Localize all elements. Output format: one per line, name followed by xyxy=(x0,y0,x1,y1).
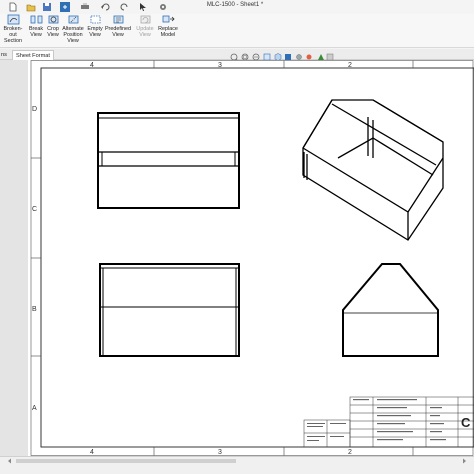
broken-out-section-icon xyxy=(7,14,19,25)
crop-view-icon xyxy=(48,15,58,24)
drawing-sheet[interactable]: 4 3 2 4 3 2 D C B A C xyxy=(28,60,474,456)
window-title: MLC-1500 - Sheet1 * xyxy=(206,2,264,8)
replace-model-label-2: Model xyxy=(160,32,176,38)
zone-column-bottom-2: 2 xyxy=(348,449,352,456)
hide-show-items-icon[interactable] xyxy=(296,54,302,60)
alternate-position-view-button[interactable]: Alternate Position View xyxy=(61,14,85,44)
solidworks-drawing-window: MLC-1500 - Sheet1 * Broken-out Section B… xyxy=(0,0,474,474)
replace-model-button[interactable]: Replace Model xyxy=(157,14,179,38)
undo-icon[interactable] xyxy=(100,2,110,12)
zone-column-top-2: 2 xyxy=(348,62,352,69)
empty-view-button[interactable]: Empty View xyxy=(87,14,103,38)
empty-view-label-2: View xyxy=(89,32,101,38)
edit-appearance-icon[interactable] xyxy=(306,54,312,60)
zone-row-c: C xyxy=(32,206,37,213)
zone-column-bottom-4: 4 xyxy=(90,449,94,456)
predefined-view-label-2: View xyxy=(112,32,124,38)
break-view-button[interactable]: Break View xyxy=(28,14,44,38)
open-folder-icon[interactable] xyxy=(26,2,36,12)
empty-view-icon xyxy=(90,15,100,24)
title-bar: MLC-1500 - Sheet1 * xyxy=(0,0,474,14)
crop-view-label-2: View xyxy=(47,32,59,38)
break-view-label-2: View xyxy=(30,32,42,38)
update-view-label-2: View xyxy=(139,32,151,38)
zone-column-bottom-3: 3 xyxy=(218,449,222,456)
alternate-position-view-icon xyxy=(68,15,78,24)
title-block-size-letter: C xyxy=(461,415,471,430)
crop-view-button[interactable]: Crop View xyxy=(45,14,61,38)
tab-annotations[interactable]: ns xyxy=(0,50,10,60)
zone-column-top-4: 4 xyxy=(90,62,94,69)
tab-sheet-format[interactable]: Sheet Format xyxy=(12,50,54,60)
replace-model-icon xyxy=(162,15,175,23)
zone-row-d: D xyxy=(32,106,37,113)
broken-out-label-1: Broken-out xyxy=(3,26,23,38)
rebuild-icon[interactable] xyxy=(60,2,70,12)
zone-row-b: B xyxy=(32,306,37,313)
new-document-icon[interactable] xyxy=(8,2,18,12)
horizontal-scrollbar[interactable] xyxy=(6,457,468,465)
update-view-icon xyxy=(140,15,150,24)
broken-out-label-2: Section xyxy=(4,38,22,44)
broken-out-section-button[interactable]: Broken-out Section xyxy=(0,14,26,44)
alternate-position-label-3: View xyxy=(67,38,79,44)
predefined-view-icon xyxy=(113,15,123,24)
predefined-view-button[interactable]: Predefined View xyxy=(104,14,132,38)
view-layout-ribbon: Broken-out Section Break View Crop View … xyxy=(0,14,474,48)
break-view-icon xyxy=(30,15,42,24)
save-icon[interactable] xyxy=(42,2,52,12)
print-icon[interactable] xyxy=(80,2,90,12)
zone-column-top-3: 3 xyxy=(218,62,222,69)
update-view-button[interactable]: Update View xyxy=(134,14,156,38)
zone-row-a: A xyxy=(32,405,37,412)
scrollbar-thumb[interactable] xyxy=(16,459,236,463)
